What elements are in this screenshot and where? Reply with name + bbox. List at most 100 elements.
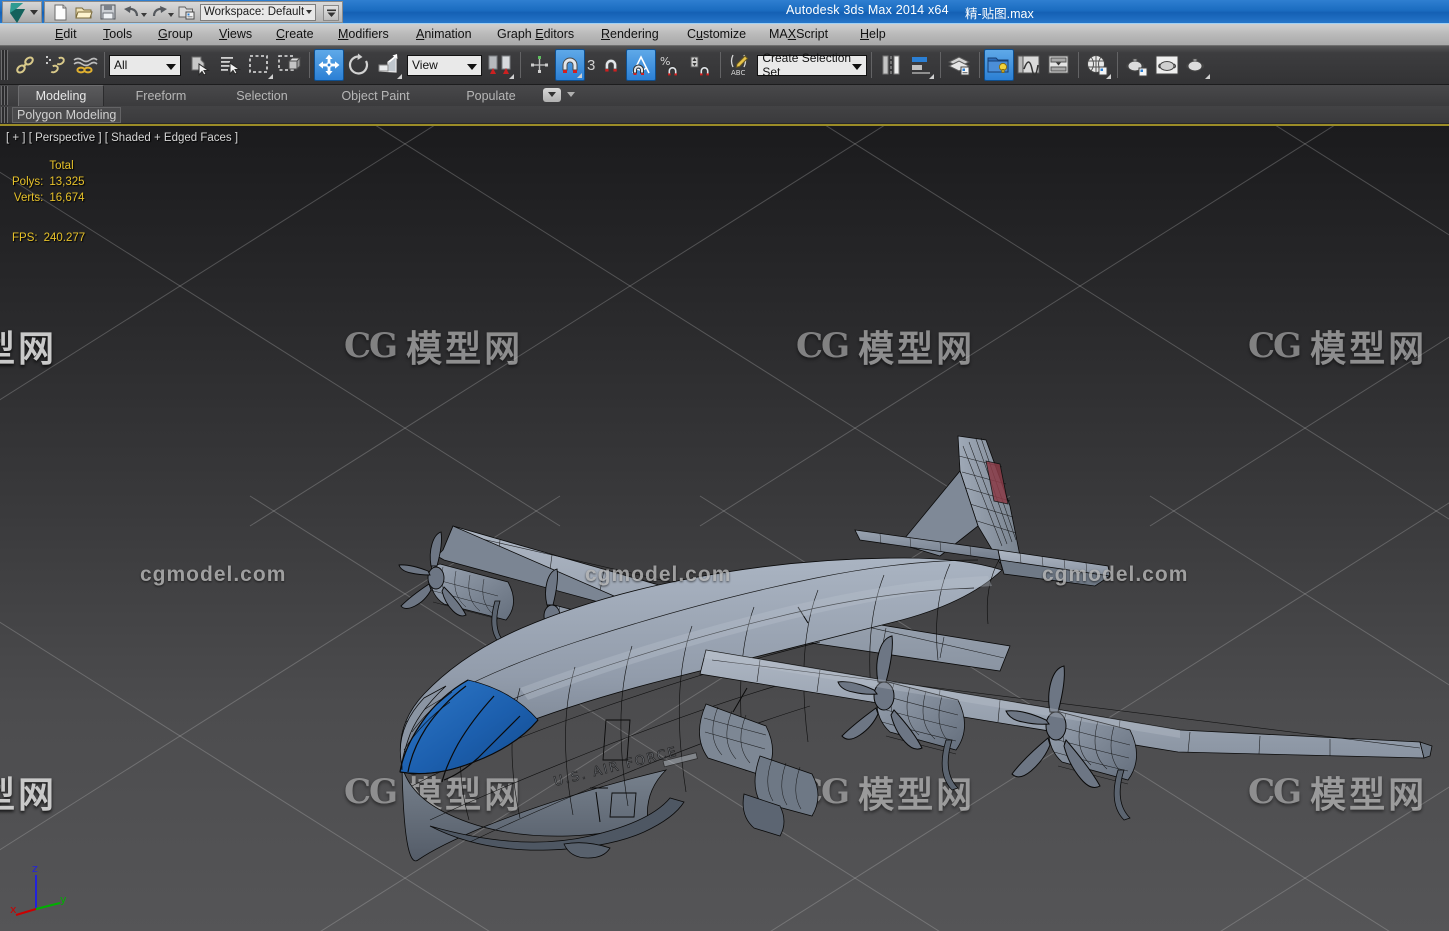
schematic-view-icon [1048, 55, 1069, 74]
rectangular-selection-region-button[interactable] [245, 49, 275, 81]
select-and-manipulate-button[interactable] [525, 49, 555, 81]
stats-verts-label: Verts: [13, 192, 44, 204]
use-pivot-point-center-button[interactable] [486, 49, 516, 81]
menu-graph-editors[interactable]: Graph Editors [492, 26, 579, 44]
mirror-button[interactable] [876, 49, 906, 81]
chevron-down-icon [467, 63, 477, 70]
ribbon-minimize-chevron-down-icon[interactable] [567, 92, 575, 97]
toolbar-grip[interactable] [1, 50, 8, 80]
percent-snap-toggle-button[interactable]: % [656, 49, 686, 81]
named-selection-set-input[interactable]: Create Selection Set [757, 51, 868, 79]
render-setup-button[interactable] [1122, 49, 1152, 81]
ribbon-panel-grip[interactable] [1, 107, 8, 123]
menu-customize[interactable]: Customize [682, 26, 751, 44]
flyout-arrow-icon [397, 74, 402, 79]
teapot-render-setup-icon [1126, 58, 1148, 77]
curve-editor-button[interactable] [1014, 49, 1044, 81]
workspace-selector[interactable]: Workspace: Default [200, 3, 317, 21]
select-object-button[interactable] [185, 49, 215, 81]
axis-z-label: z [32, 862, 38, 875]
toggle-scene-explorer-button[interactable] [984, 49, 1015, 81]
schematic-view-button[interactable] [1044, 49, 1074, 81]
align-button[interactable] [906, 49, 936, 81]
unlink-selection-button[interactable] [40, 49, 70, 81]
snaps-toggle-button[interactable] [555, 49, 585, 81]
menu-group[interactable]: Group [153, 26, 198, 44]
menu-create[interactable]: Create [271, 26, 319, 44]
open-file-button[interactable] [72, 2, 96, 22]
viewport-label[interactable]: [ + ] [ Perspective ] [ Shaded + Edged F… [6, 132, 238, 144]
tab-object-paint[interactable]: Object Paint [328, 85, 423, 106]
project-folder-button[interactable] [174, 2, 198, 22]
angle-snap-toggle-button[interactable] [626, 49, 657, 81]
flyout-arrow-icon [577, 73, 582, 78]
panel-polygon-modeling[interactable]: Polygon Modeling [12, 107, 122, 123]
rotate-gizmo-icon [348, 53, 369, 75]
nose-gear-pod [563, 842, 611, 859]
material-editor-button[interactable] [1083, 49, 1113, 81]
new-file-button[interactable] [48, 2, 72, 22]
aircraft-3d-model[interactable]: U.S. AIR FORCE [0, 126, 1449, 931]
reference-coord-value: View [412, 58, 438, 72]
toolbar-separator [309, 52, 310, 78]
select-by-name-button[interactable] [215, 49, 245, 81]
menu-animation[interactable]: Animation [411, 26, 477, 44]
ribbon-grip[interactable] [1, 86, 8, 105]
open-file-name: 精-贴图.max [965, 7, 1034, 21]
customize-quick-access-toolbar-button[interactable] [323, 5, 339, 21]
select-and-link-button[interactable] [10, 49, 40, 81]
reference-coordinate-system-dropdown[interactable]: View [407, 54, 482, 76]
menu-views[interactable]: Views [214, 26, 257, 44]
tab-freeform[interactable]: Freeform [118, 85, 204, 106]
tab-selection[interactable]: Selection [219, 85, 305, 106]
select-by-name-icon [221, 57, 242, 76]
menu-maxscript[interactable]: MAXScript [764, 26, 833, 44]
snap-value-label: 3 [587, 56, 596, 74]
window-crossing-toggle-button[interactable] [275, 49, 305, 81]
svg-text:%: % [660, 55, 670, 68]
selection-filter-dropdown[interactable]: All [109, 54, 181, 76]
double-chevron-down-icon [326, 9, 336, 17]
select-and-scale-button[interactable] [374, 49, 404, 81]
toolbar-separator [1117, 52, 1119, 78]
toolbar-separator [979, 52, 981, 78]
stats-fps-value: 240.277 [43, 232, 86, 244]
undo-arrow-icon [124, 6, 139, 17]
application-menu-button[interactable] [2, 1, 42, 23]
layer-manager-button[interactable] [945, 49, 975, 81]
selection-filter-value: All [114, 58, 128, 72]
edit-named-selection-sets-button[interactable]: ABC [725, 49, 755, 81]
perspective-viewport[interactable]: CG 模型网 CG 模型网 CG 模型网 模型网 模型网 CG 模型网 CG 模… [0, 124, 1449, 931]
tab-modeling[interactable]: Modeling [18, 85, 104, 106]
render-production-button[interactable] [1182, 49, 1212, 81]
menu-modifiers[interactable]: Modifiers [333, 26, 394, 44]
ribbon-overflow-dropdown-button[interactable] [543, 88, 561, 102]
ribbon-panel-bar: Polygon Modeling [0, 106, 1449, 124]
select-and-move-button[interactable] [314, 49, 344, 81]
save-file-button[interactable] [96, 2, 120, 22]
menu-rendering[interactable]: Rendering [596, 26, 664, 44]
stats-header: Total [49, 160, 74, 172]
mirror-icon [882, 55, 900, 75]
redo-button[interactable] [147, 2, 171, 22]
menu-help[interactable]: Help [855, 26, 891, 44]
flyout-arrow-icon [509, 74, 514, 79]
angle-snap-magnet-icon [632, 55, 651, 75]
select-and-rotate-button[interactable] [344, 49, 374, 81]
snap-magnet-small[interactable] [596, 49, 626, 81]
menu-edit[interactable]: Edit [50, 26, 82, 44]
bind-to-space-warp-button[interactable] [70, 49, 100, 81]
flyout-arrow-icon [1106, 74, 1112, 79]
undo-button[interactable] [120, 2, 144, 22]
rendered-frame-window-button[interactable] [1152, 49, 1182, 81]
spinner-snap-toggle-button[interactable] [686, 49, 716, 81]
tab-populate[interactable]: Populate [452, 85, 530, 106]
window-crossing-icon [278, 55, 302, 71]
workspace-chevron-down-icon[interactable] [306, 10, 313, 14]
axis-y-label: y [60, 893, 67, 906]
toolbar-separator [104, 52, 105, 78]
menu-tools[interactable]: Tools [98, 26, 137, 44]
toolbar-separator [940, 52, 942, 78]
3dsmax-logo-icon [10, 3, 25, 23]
select-cursor-icon [191, 56, 211, 77]
